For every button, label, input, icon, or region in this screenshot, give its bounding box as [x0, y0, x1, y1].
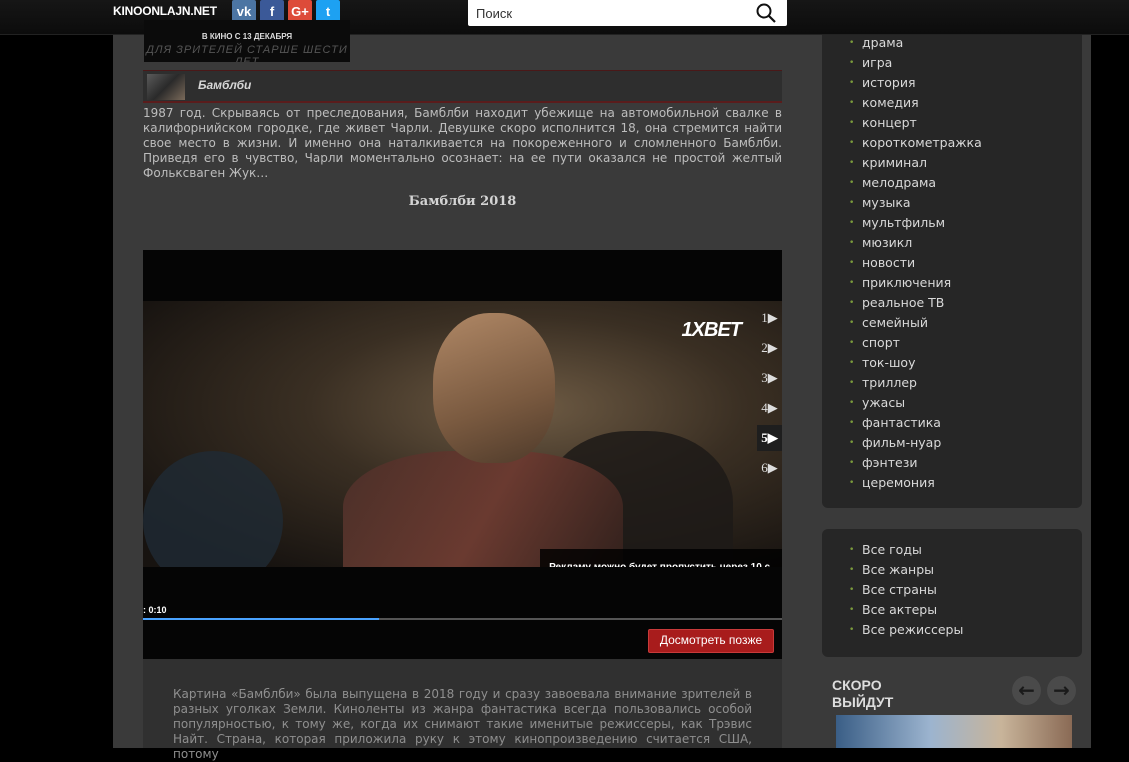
genre-link[interactable]: семейный — [849, 313, 982, 333]
genre-link[interactable]: концерт — [849, 113, 982, 133]
genre-link[interactable]: история — [849, 73, 982, 93]
catalog-link[interactable]: Все актеры — [849, 600, 963, 620]
genre-link[interactable]: мультфильм — [849, 213, 982, 233]
arrow-left-icon[interactable]: ← — [1012, 676, 1041, 705]
genre-link[interactable]: комедия — [849, 93, 982, 113]
server-list: 1▶ 2▶ 3▶ 4▶ 5▶ 6▶ — [757, 305, 782, 485]
genre-link[interactable]: приключения — [849, 273, 982, 293]
server-button[interactable]: 3▶ — [757, 365, 782, 391]
genre-link[interactable]: игра — [849, 53, 982, 73]
search-box — [468, 0, 787, 26]
movie-poster-banner: В КИНО С 13 ДЕКАБРЯ ДЛЯ ЗРИТЕЛЕЙ СТАРШЕ … — [144, 20, 350, 62]
video-frame[interactable]: 1XBET Рекламу можно будет пропустить чер… — [143, 301, 782, 567]
ad-skip-notice: Рекламу можно будет пропустить через 10 … — [540, 549, 782, 567]
server-button[interactable]: 4▶ — [757, 395, 782, 421]
movie-title: Бамблби — [198, 78, 252, 92]
background-figure — [143, 451, 283, 567]
coming-soon-poster[interactable] — [836, 715, 1072, 748]
genre-link[interactable]: реальное ТВ — [849, 293, 982, 313]
watch-later-button[interactable]: Досмотреть позже — [648, 629, 774, 653]
actor-face — [433, 313, 555, 463]
genre-link[interactable]: ужасы — [849, 393, 982, 413]
catalog-link[interactable]: Все режиссеры — [849, 620, 963, 640]
movie-description: Картина «Бамблби» была выпущена в 2018 г… — [143, 659, 782, 761]
progress-bar[interactable] — [143, 618, 782, 620]
genre-link[interactable]: мюзикл — [849, 233, 982, 253]
movie-thumbnail — [147, 74, 185, 100]
server-button[interactable]: 1▶ — [757, 305, 782, 331]
coming-soon-line2: ВЫЙДУТ — [832, 694, 894, 710]
arrow-right-icon[interactable]: → — [1047, 676, 1076, 705]
movie-subtitle: Бамблби 2018 — [408, 194, 517, 209]
server-button[interactable]: 2▶ — [757, 335, 782, 361]
age-rating-text: ДЛЯ ЗРИТЕЛЕЙ СТАРШЕ ШЕСТИ ЛЕТ — [146, 44, 348, 62]
genre-link[interactable]: криминал — [849, 153, 982, 173]
genre-link[interactable]: спорт — [849, 333, 982, 353]
genre-link[interactable]: церемония — [849, 473, 982, 493]
coming-soon-heading: СКОРО ВЫЙДУТ — [832, 677, 893, 711]
description-text: Картина «Бамблби» была выпущена в 2018 г… — [173, 687, 752, 761]
genres-panel: детскийдокументальныйдрамаиграисторияком… — [822, 0, 1082, 508]
genre-link[interactable]: триллер — [849, 373, 982, 393]
genre-link[interactable]: фэнтези — [849, 453, 982, 473]
search-input[interactable] — [474, 3, 748, 23]
progress-fill — [143, 618, 380, 620]
catalog-link[interactable]: Все годы — [849, 540, 963, 560]
site-logo[interactable]: KINOONLAJN.NET — [113, 4, 217, 18]
genre-link[interactable]: фантастика — [849, 413, 982, 433]
search-icon[interactable] — [755, 2, 777, 24]
genre-link[interactable]: музыка — [849, 193, 982, 213]
release-date-text: В КИНО С 13 ДЕКАБРЯ — [201, 32, 293, 41]
catalog-links-panel: Все годыВсе жанрыВсе страныВсе актерыВсе… — [822, 529, 1082, 657]
catalog-link[interactable]: Все страны — [849, 580, 963, 600]
catalog-link-list: Все годыВсе жанрыВсе страныВсе актерыВсе… — [849, 540, 963, 640]
genre-link[interactable]: драма — [849, 33, 982, 53]
genre-link[interactable]: ток-шоу — [849, 353, 982, 373]
genre-link[interactable]: фильм-нуар — [849, 433, 982, 453]
movie-synopsis: 1987 год. Скрываясь от преследования, Ба… — [143, 106, 782, 180]
playback-time: : 0:10 — [143, 605, 167, 615]
genre-list: детскийдокументальныйдрамаиграисторияком… — [849, 0, 982, 493]
genre-link[interactable]: мелодрама — [849, 173, 982, 193]
video-player[interactable]: 1XBET Рекламу можно будет пропустить чер… — [143, 250, 782, 659]
catalog-link[interactable]: Все жанры — [849, 560, 963, 580]
genre-link[interactable]: короткометражка — [849, 133, 982, 153]
movie-header: Бамблби — [143, 70, 782, 103]
ad-brand-logo: 1XBET — [681, 319, 742, 341]
server-button[interactable]: 6▶ — [757, 455, 782, 481]
coming-soon-line1: СКОРО — [832, 677, 882, 693]
genre-link[interactable]: новости — [849, 253, 982, 273]
server-button[interactable]: 5▶ — [757, 425, 782, 451]
